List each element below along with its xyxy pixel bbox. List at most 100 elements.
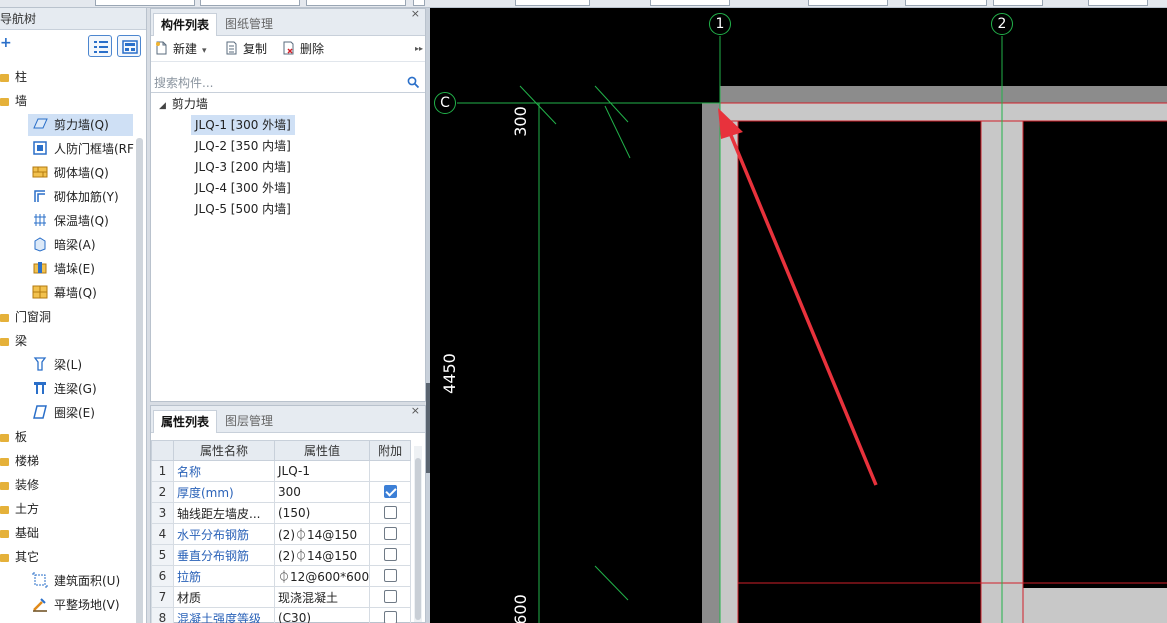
nav-item[interactable]: 砌体加筋(Y) (28, 186, 133, 208)
nav-item[interactable]: 装修 (0, 474, 136, 496)
nav-item[interactable]: 暗梁(A) (28, 234, 133, 256)
property-row[interactable]: 2 厚度(mm) 300 (151, 481, 412, 503)
wall-bottom-right[interactable] (1023, 588, 1167, 623)
toolbar-field-6[interactable] (1088, 0, 1148, 6)
toolbar-field-1[interactable] (515, 0, 590, 6)
delete-button[interactable]: 删除 (282, 40, 324, 58)
nav-item[interactable]: 平整场地(V) (28, 594, 133, 616)
additional-checkbox[interactable] (383, 527, 397, 540)
toolbar-combo-3[interactable] (306, 0, 406, 6)
property-value[interactable]: (2)⏀14@150 (273, 523, 371, 545)
toolbar-combo-1[interactable] (95, 0, 195, 6)
component-group-shear-wall[interactable]: ◢ 剪力墙 (159, 94, 208, 114)
grid-view-icon[interactable] (117, 35, 141, 57)
property-row[interactable]: 1 名称 JLQ-1 (151, 460, 412, 482)
component-item[interactable]: JLQ-2 [350 内墙] (191, 136, 295, 156)
close-icon[interactable]: × (411, 7, 420, 20)
nav-item[interactable]: 板 (0, 426, 136, 448)
nav-item[interactable]: 门窗洞 (0, 306, 136, 328)
nav-item-label: 砌体加筋(Y) (54, 190, 119, 204)
property-row[interactable]: 5 垂直分布钢筋 (2)⏀14@150 (151, 544, 412, 566)
additional-checkbox[interactable] (383, 611, 397, 623)
component-item[interactable]: JLQ-3 [200 内墙] (191, 157, 295, 177)
property-scrollbar[interactable] (414, 446, 422, 622)
row-number: 1 (151, 460, 174, 482)
nav-item-label: 建筑面积(U) (54, 574, 121, 588)
nav-item[interactable]: 土方 (0, 498, 136, 520)
nav-add-icon[interactable]: + (0, 35, 12, 51)
toolbar-combo-2[interactable] (200, 0, 300, 6)
copy-button[interactable]: 复制 (225, 40, 267, 58)
masonry-wall-icon (32, 166, 48, 178)
nav-item[interactable]: 砌体墙(Q) (28, 162, 133, 184)
nav-item[interactable]: 墙 (0, 90, 136, 112)
property-value[interactable]: 300 (273, 481, 371, 503)
additional-checkbox[interactable] (383, 548, 397, 561)
component-item[interactable]: JLQ-5 [500 内墙] (191, 199, 295, 219)
search-input[interactable]: 搜索构件... (151, 73, 425, 93)
component-item[interactable]: JLQ-1 [300 外墙] (191, 115, 295, 135)
tab-drawing-management[interactable]: 图纸管理 (218, 13, 280, 36)
toolbar-checkbox[interactable] (413, 0, 425, 6)
building-area-icon (32, 572, 48, 588)
additional-checkbox[interactable] (383, 590, 397, 603)
nav-item[interactable]: 梁 (0, 330, 136, 352)
tab-component-list[interactable]: 构件列表 (153, 13, 218, 36)
nav-item[interactable]: 连梁(G) (28, 378, 133, 400)
nav-item[interactable]: 楼梯 (0, 450, 136, 472)
toolbar-field-5[interactable] (993, 0, 1043, 6)
property-name: 厚度(mm) (173, 481, 275, 503)
property-value[interactable]: (150) (273, 502, 371, 524)
nav-item[interactable]: 人防门框墙(RF (28, 138, 134, 160)
search-icon[interactable] (407, 76, 420, 89)
property-table-header: 属性名称 属性值 附加 (151, 440, 412, 461)
property-value[interactable]: (2)⏀14@150 (273, 544, 371, 566)
additional-checkbox[interactable] (383, 485, 397, 498)
nav-item[interactable]: 柱 (0, 66, 136, 88)
additional-cell (369, 502, 412, 524)
axis-label-1[interactable]: 1 (709, 13, 731, 35)
property-row[interactable]: 3 轴线距左墙皮... (150) (151, 502, 412, 524)
expand-triangle-icon[interactable]: ◢ (159, 101, 166, 111)
property-value[interactable]: ⏀12@600*600 (273, 565, 371, 587)
close-icon[interactable]: × (411, 404, 420, 417)
nav-item[interactable]: 墙垛(E) (28, 258, 133, 280)
property-row[interactable]: 7 材质 现浇混凝土 (151, 586, 412, 608)
nav-item[interactable]: 幕墙(Q) (28, 282, 133, 304)
nav-item[interactable]: 其它 (0, 546, 136, 568)
nav-item[interactable]: 剪力墙(Q) (28, 114, 133, 136)
additional-checkbox[interactable] (383, 506, 397, 519)
wall-axis-c[interactable] (720, 86, 1167, 103)
nav-item[interactable]: 基础 (0, 522, 136, 544)
component-item[interactable]: JLQ-4 [300 外墙] (191, 178, 295, 198)
toolbar-field-2[interactable] (650, 0, 730, 6)
additional-checkbox[interactable] (383, 569, 397, 582)
axis-label-c[interactable]: C (434, 92, 456, 114)
toolbar-field-3[interactable] (808, 0, 888, 6)
more-icon[interactable]: ▸▸ (415, 40, 423, 58)
nav-scrollbar[interactable] (136, 138, 143, 623)
property-row[interactable]: 8 混凝土强度等级 (C30) (151, 607, 412, 623)
nav-item[interactable]: 梁(L) (28, 354, 133, 376)
drawing-canvas[interactable]: 1 2 C 300 4450 600 (430, 8, 1167, 623)
wall-left-inner[interactable] (720, 121, 738, 623)
additional-cell (369, 544, 412, 566)
property-row[interactable]: 4 水平分布钢筋 (2)⏀14@150 (151, 523, 412, 545)
property-value[interactable]: 现浇混凝土 (273, 586, 371, 608)
list-view-icon[interactable] (88, 35, 112, 57)
wall-axis-1[interactable] (702, 103, 720, 623)
property-value[interactable]: (C30) (273, 607, 371, 623)
tab-layer-management[interactable]: 图层管理 (218, 410, 280, 433)
nav-item[interactable]: 建筑面积(U) (28, 570, 133, 592)
nav-item-label: 人防门框墙(RF (54, 142, 134, 156)
tab-property-list[interactable]: 属性列表 (153, 410, 218, 433)
new-button[interactable]: 新建 ▾ (155, 40, 207, 58)
nav-item[interactable]: 保温墙(Q) (28, 210, 133, 232)
nav-item[interactable]: 圈梁(E) (28, 402, 133, 424)
wall-top-inner[interactable] (720, 103, 1167, 121)
property-value[interactable]: JLQ-1 (273, 460, 371, 482)
property-row[interactable]: 6 拉筋 ⏀12@600*600 (151, 565, 412, 587)
toolbar-field-4[interactable] (905, 0, 987, 6)
axis-label-2[interactable]: 2 (991, 13, 1013, 35)
nav-item-label: 砌体墙(Q) (54, 166, 109, 180)
